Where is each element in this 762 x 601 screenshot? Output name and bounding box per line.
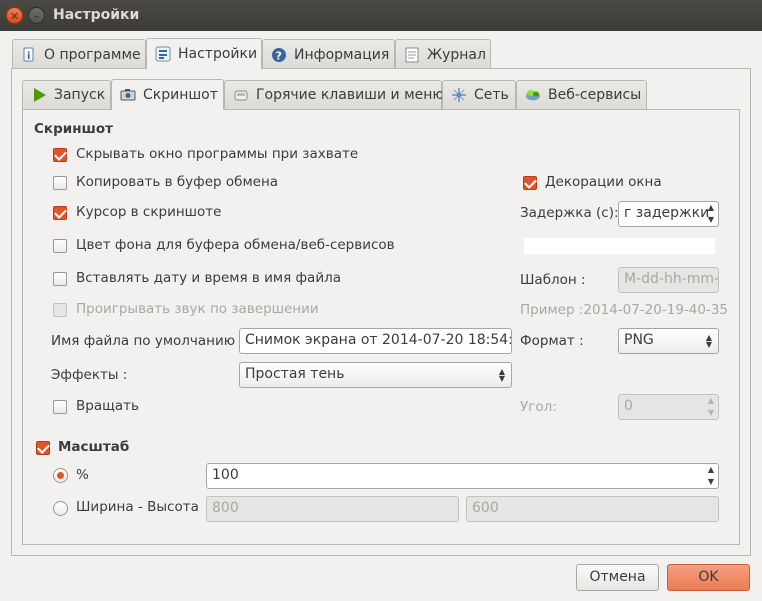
percent-value: 100 (212, 467, 239, 483)
percent-radio[interactable] (53, 468, 68, 483)
tab-settings-label: Настройки (178, 46, 258, 62)
keyboard-icon (233, 87, 249, 103)
close-icon[interactable]: ✕ (6, 7, 23, 24)
screenshot-icon (120, 87, 136, 103)
window-title: Настройки (53, 7, 140, 23)
height-field[interactable]: 600 (466, 496, 719, 522)
template-label: Шаблон : (520, 272, 586, 288)
tab-startup-label: Запуск (54, 87, 106, 103)
rotate-checkbox[interactable] (53, 400, 67, 414)
delay-label: Задержка (с): (520, 205, 619, 221)
angle-spinbox[interactable]: 0 ▲ ▼ (618, 394, 719, 420)
effects-select[interactable]: Простая тень ▲ ▼ (239, 362, 512, 388)
network-icon (451, 87, 467, 103)
play-sound-label: Проигрывать звук по завершении (76, 301, 319, 317)
tab-information-label: Информация (294, 46, 390, 63)
help-icon: ? (271, 47, 287, 63)
bg-color-swatch[interactable] (524, 238, 715, 254)
delay-spin-arrows[interactable]: ▲ ▼ (704, 202, 718, 226)
hide-window-checkbox[interactable] (53, 148, 67, 162)
tab-screenshot[interactable]: Скриншот (111, 79, 224, 110)
percent-spin-arrows[interactable]: ▲ ▼ (704, 464, 718, 488)
default-filename-label: Имя файла по умолчанию (51, 333, 236, 349)
effects-value: Простая тень (245, 366, 345, 382)
tab-hotkeys-label: Горячие клавиши и меню (256, 87, 445, 103)
example-value: 2014-07-20-19-40-35 (583, 302, 729, 318)
chevron-updown-icon: ▲ ▼ (705, 333, 712, 349)
screenshot-section-title: Скриншот (34, 121, 113, 137)
example-row: Пример :2014-07-20-19-40-35 (520, 302, 728, 318)
width-height-radio[interactable] (53, 501, 68, 516)
bg-color-checkbox[interactable] (53, 239, 67, 253)
tab-log[interactable]: Журнал (395, 39, 491, 69)
window-decorations-label: Декорации окна (545, 174, 662, 190)
copy-clipboard-label: Копировать в буфер обмена (76, 174, 279, 190)
scale-checkbox[interactable] (36, 441, 50, 455)
tab-information[interactable]: ? Информация (262, 39, 395, 69)
width-field[interactable]: 800 (206, 496, 459, 522)
tab-web-services-label: Веб-сервисы (548, 87, 642, 103)
effects-label: Эффекты : (51, 367, 128, 383)
web-services-icon (525, 87, 541, 103)
cancel-button[interactable]: Отмена (576, 564, 659, 591)
minimize-icon[interactable]: – (28, 7, 45, 24)
tab-screenshot-label: Скриншот (143, 87, 218, 103)
example-label: Пример : (520, 302, 584, 318)
insert-datetime-checkbox[interactable] (53, 272, 67, 286)
delay-spinbox[interactable]: г задержки ▲ ▼ (618, 201, 719, 227)
tab-network-label: Сеть (474, 87, 509, 103)
format-label: Формат : (520, 333, 584, 349)
copy-clipboard-checkbox[interactable] (53, 176, 67, 190)
format-value: PNG (624, 332, 654, 348)
tab-about-label: О программе (44, 46, 141, 63)
format-select[interactable]: PNG ▲ ▼ (618, 328, 719, 354)
settings-icon (155, 46, 171, 62)
scale-section-title: Масштаб (58, 439, 130, 455)
tab-log-label: Журнал (427, 46, 486, 63)
percent-spinbox[interactable]: 100 ▲ ▼ (206, 463, 719, 489)
play-sound-checkbox[interactable] (53, 303, 67, 317)
template-field[interactable]: M-dd-hh-mm-ss (618, 267, 719, 293)
window-decorations-checkbox[interactable] (523, 176, 537, 190)
cursor-label: Курсор в скриншоте (76, 204, 222, 220)
tab-settings[interactable]: Настройки (146, 38, 262, 69)
play-icon (31, 87, 47, 103)
tab-about[interactable]: i О программе (12, 39, 146, 69)
angle-spin-arrows[interactable]: ▲ ▼ (704, 395, 718, 419)
angle-label: Угол: (520, 399, 557, 415)
tab-web-services[interactable]: Веб-сервисы (516, 80, 647, 109)
hide-window-label: Скрывать окно программы при захвате (76, 146, 359, 162)
angle-value: 0 (624, 398, 633, 414)
tab-hotkeys[interactable]: Горячие клавиши и меню (224, 80, 445, 109)
default-filename-field[interactable]: Снимок экрана от 2014-07-20 18:54:27 (239, 328, 512, 354)
bg-color-label: Цвет фона для буфера обмена/веб-сервисов (76, 237, 395, 253)
rotate-label: Вращать (76, 398, 139, 414)
width-height-label: Ширина - Высота (76, 499, 199, 515)
ok-button[interactable]: OK (667, 564, 750, 591)
delay-value: г задержки (624, 205, 710, 221)
tab-startup[interactable]: Запуск (22, 80, 111, 109)
chevron-updown-icon: ▲ ▼ (498, 367, 505, 383)
percent-label: % (76, 467, 89, 483)
svg-text:?: ? (276, 49, 282, 62)
cursor-checkbox[interactable] (53, 206, 67, 220)
title-bar: ✕ – Настройки (0, 0, 762, 31)
log-icon (404, 47, 420, 63)
info-icon: i (21, 47, 37, 63)
insert-datetime-label: Вставлять дату и время в имя файла (76, 270, 341, 286)
tab-network[interactable]: Сеть (442, 80, 516, 109)
svg-text:i: i (27, 51, 30, 62)
